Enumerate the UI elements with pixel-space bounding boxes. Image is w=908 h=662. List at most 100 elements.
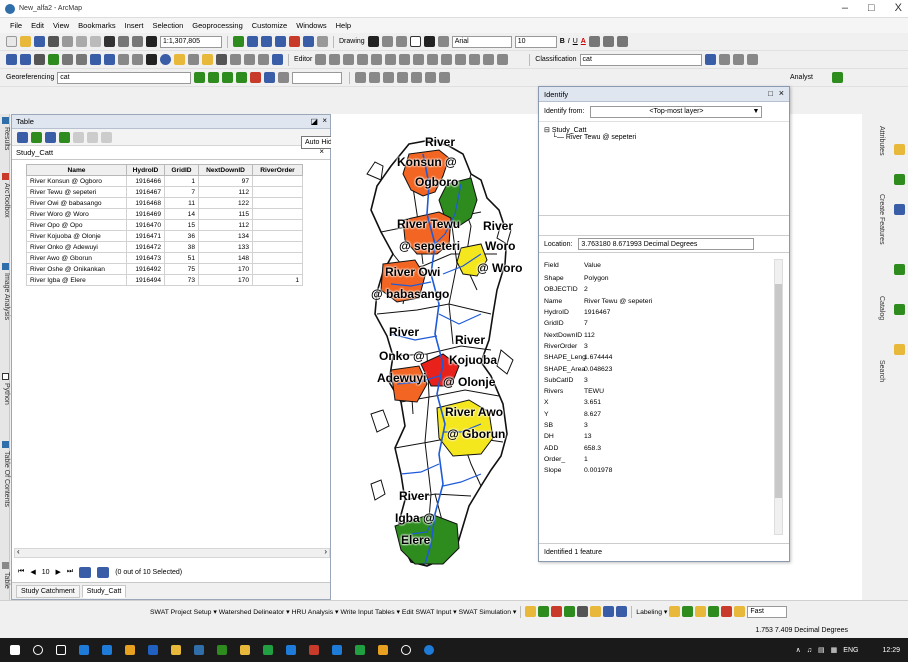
windows-start-icon[interactable]: [10, 645, 20, 655]
editor-toolbar-icon[interactable]: [233, 36, 244, 47]
arctoolbox-icon[interactable]: [289, 36, 300, 47]
table-cell[interactable]: 148: [198, 252, 253, 264]
menu-file[interactable]: File: [10, 21, 22, 30]
table-cell[interactable]: 1: [252, 274, 303, 286]
table-cell[interactable]: [252, 197, 303, 209]
cut-polygons-icon[interactable]: [427, 54, 439, 65]
scroll-left-icon[interactable]: ‹: [17, 547, 20, 556]
tab-image-analysis[interactable]: Image Analysis: [0, 262, 10, 320]
swat-simulation-menu[interactable]: SWAT Simulation ▾: [459, 608, 517, 616]
tab-attributes[interactable]: Attributes: [878, 126, 885, 156]
table-cell[interactable]: 51: [164, 252, 199, 264]
table-cell[interactable]: 7: [164, 186, 199, 198]
language-indicator[interactable]: ENG: [843, 647, 858, 654]
col-riverorder[interactable]: RiverOrder: [252, 164, 303, 176]
full-extent-icon[interactable]: [48, 54, 59, 65]
find-route-icon[interactable]: [230, 54, 241, 65]
location-value[interactable]: 3.763180 8.671993 Decimal Degrees: [578, 238, 755, 250]
swat-tool-icon-7[interactable]: [603, 606, 615, 617]
app-icon-8[interactable]: [378, 645, 388, 655]
tree-child[interactable]: └— River Tewu @ sepeteri: [544, 134, 784, 141]
table-row[interactable]: River Kojuoba @ Olonje 1916471 36 134: [26, 230, 303, 242]
tab-table[interactable]: Table: [0, 561, 10, 589]
store-icon[interactable]: [102, 645, 112, 655]
refresh-icon[interactable]: [894, 264, 905, 275]
split-icon[interactable]: [441, 54, 453, 65]
table-cell[interactable]: 75: [164, 263, 199, 275]
col-name[interactable]: Name: [26, 164, 127, 176]
shift-icon[interactable]: [208, 72, 220, 83]
file-explorer-icon[interactable]: [171, 645, 181, 655]
identify-field-row[interactable]: ADD 658.3: [539, 442, 789, 453]
swat-tool-icon-2[interactable]: [538, 606, 550, 617]
app-icon-3[interactable]: [263, 645, 273, 655]
fixed-zoom-in-icon[interactable]: [62, 54, 73, 65]
table-cell[interactable]: 134: [198, 230, 253, 242]
pan-icon[interactable]: [34, 54, 45, 65]
tab-table-of-contents[interactable]: Table Of Contents: [0, 440, 10, 507]
identify-scroll-thumb[interactable]: [775, 284, 782, 498]
view-link-table-icon[interactable]: [264, 72, 276, 83]
menu-customize[interactable]: Customize: [252, 21, 287, 30]
font-size-combo[interactable]: 10: [514, 35, 557, 48]
table-cell[interactable]: River Oshe @ Onikankan: [26, 263, 127, 275]
table-cell[interactable]: 97: [198, 175, 253, 187]
classification-layer-combo[interactable]: cat: [579, 53, 702, 66]
value-combo[interactable]: [292, 71, 343, 84]
minimize-button[interactable]: –: [842, 2, 848, 14]
label-tool-icon-4[interactable]: [708, 606, 720, 617]
classification-tool-icon[interactable]: [704, 54, 716, 65]
table-row[interactable]: River Awo @ Gborun 1916473 51 148: [26, 252, 303, 264]
app-icon-10[interactable]: [424, 645, 434, 655]
trace-icon[interactable]: [371, 54, 383, 65]
hru-analysis-menu[interactable]: HRU Analysis ▾: [292, 608, 339, 616]
tab-results[interactable]: Results: [0, 116, 10, 150]
table-cell[interactable]: 1916471: [126, 230, 165, 242]
show-all-records-icon[interactable]: [79, 566, 92, 578]
search-icon[interactable]: [33, 645, 43, 655]
firefox-icon[interactable]: [125, 645, 135, 655]
arcmap-task-icon[interactable]: [194, 645, 204, 655]
edit-annotation-icon[interactable]: [329, 54, 341, 65]
tab-catalog[interactable]: Catalog: [878, 296, 885, 320]
reshape-icon[interactable]: [413, 54, 425, 65]
marker-color-icon[interactable]: [616, 36, 628, 47]
table-row[interactable]: River Tewu @ sepeteri 1916467 7 112: [26, 186, 303, 198]
underline-button[interactable]: U: [573, 38, 578, 45]
table-cell[interactable]: 38: [164, 241, 199, 253]
edit-vertices-icon[interactable]: [437, 36, 449, 47]
menu-view[interactable]: View: [53, 21, 69, 30]
geodb-icon-7[interactable]: [439, 72, 451, 83]
table-cell[interactable]: 36: [164, 230, 199, 242]
add-data-icon[interactable]: [146, 36, 157, 47]
paste-icon[interactable]: [90, 36, 101, 47]
new-icon[interactable]: [6, 36, 17, 47]
network-icon[interactable]: ▤: [818, 646, 825, 654]
menu-edit[interactable]: Edit: [31, 21, 44, 30]
table-cell[interactable]: River Awo @ Gborun: [26, 252, 127, 264]
identify-field-row[interactable]: Order_ 1: [539, 454, 789, 465]
table-row[interactable]: River Igba @ Elere 1916494 73 170 1: [26, 274, 303, 286]
app-icon-2[interactable]: [240, 645, 250, 655]
label-tool-icon-1[interactable]: [669, 606, 681, 617]
select-elements-arrow-icon[interactable]: [146, 54, 157, 65]
col-gridid[interactable]: GridID: [164, 164, 199, 176]
zoom-out-icon[interactable]: [20, 54, 31, 65]
table-cell[interactable]: 1916472: [126, 241, 165, 253]
find-icon[interactable]: [216, 54, 227, 65]
identify-field-row[interactable]: RiverOrder 3: [539, 341, 789, 352]
table-cell[interactable]: River Onko @ Adewuyi: [26, 241, 127, 253]
table-cell[interactable]: River Konsun @ Ogboro: [26, 175, 127, 187]
point-icon[interactable]: [385, 54, 397, 65]
table-row[interactable]: River Owi @ babasango 1916468 11 122: [26, 197, 303, 209]
table-cell[interactable]: [252, 186, 303, 198]
identify-field-row[interactable]: GridID 7: [539, 318, 789, 329]
table-cell[interactable]: 73: [164, 274, 199, 286]
rotate-icon[interactable]: [381, 36, 393, 47]
scroll-right-icon[interactable]: ›: [324, 547, 327, 556]
table-cell[interactable]: 1: [164, 175, 199, 187]
link-table-icon[interactable]: [250, 72, 262, 83]
geodb-icon-5[interactable]: [411, 72, 423, 83]
editor-menu[interactable]: Editor: [294, 56, 312, 63]
tree-root[interactable]: ⊟ Study_Catt: [544, 126, 784, 134]
